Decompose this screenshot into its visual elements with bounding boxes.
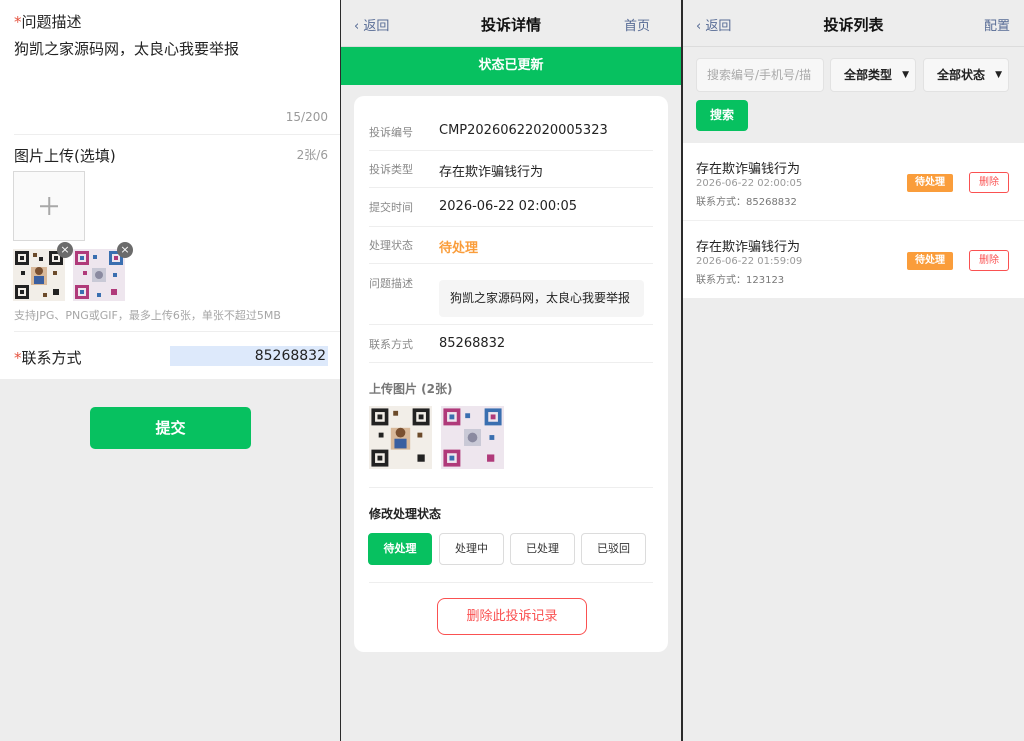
item-title: 存在欺诈骗钱行为 [696, 240, 801, 255]
status-filter-value: 全部状态 [937, 68, 986, 82]
list-item[interactable]: 存在欺诈骗钱行为 2026-06-22 02:00:05 联系方式：852688… [683, 143, 1024, 220]
divider [369, 324, 653, 325]
status-button-rejected[interactable]: 已驳回 [581, 533, 646, 565]
home-link[interactable]: 首页 [624, 15, 650, 34]
search-input[interactable]: 搜索编号/手机号/描 [696, 58, 824, 92]
detail-image-2[interactable] [441, 406, 504, 469]
desc-key: 问题描述 [369, 277, 413, 290]
divider [369, 150, 653, 151]
list-item[interactable]: 存在欺诈骗钱行为 2026-06-22 01:59:09 联系方式：123123… [683, 221, 1024, 298]
upload-count: 2张/6 [296, 148, 328, 162]
id-value: CMP20260622020005323 [439, 123, 608, 138]
contact-key: 联系方式 [369, 338, 413, 351]
complaint-list-panel: ‹ 返回 投诉列表 配置 搜索编号/手机号/描 全部类型 ▼ 全部状态 ▼ 搜索 存… [683, 0, 1024, 741]
status-button-processing[interactable]: 处理中 [439, 533, 504, 565]
filter-bar: 搜索编号/手机号/描 全部类型 ▼ 全部状态 ▼ 搜索 [683, 47, 1024, 142]
divider [369, 582, 653, 583]
desc-label: *问题描述 [14, 11, 82, 32]
uploaded-image-2[interactable] [73, 249, 125, 301]
config-link[interactable]: 配置 [984, 15, 1010, 34]
close-icon[interactable]: × [117, 242, 133, 258]
contact-value: 85268832 [439, 336, 506, 351]
time-key: 提交时间 [369, 201, 413, 214]
divider [369, 362, 653, 363]
list-nav-bar: ‹ 返回 投诉列表 配置 [683, 0, 1024, 47]
item-contact: 联系方式：85268832 [696, 197, 797, 208]
divider [369, 187, 653, 188]
chevron-down-icon: ▼ [995, 70, 1002, 80]
char-counter: 15/200 [285, 110, 328, 124]
contact-input[interactable]: 85268832 [170, 346, 328, 366]
type-filter-select[interactable]: 全部类型 ▼ [830, 58, 916, 92]
item-delete-button[interactable]: 删除 [969, 172, 1009, 193]
upload-tip: 支持JPG、PNG或GIF，最多上传6张，单张不超过5MB [14, 309, 281, 322]
status-key: 处理状态 [369, 239, 413, 252]
status-updated-banner: 状态已更新 [341, 47, 681, 85]
divider [369, 226, 653, 227]
modify-status-title: 修改处理状态 [369, 507, 442, 521]
page-title: 投诉列表 [823, 16, 884, 34]
divider [369, 263, 653, 264]
time-value: 2026-06-22 02:00:05 [439, 199, 578, 214]
desc-textarea[interactable]: 狗凯之家源码网，太良心我要举报 [14, 38, 239, 59]
status-button-processed[interactable]: 已处理 [510, 533, 575, 565]
status-filter-select[interactable]: 全部状态 ▼ [923, 58, 1009, 92]
item-time: 2026-06-22 02:00:05 [696, 178, 803, 189]
id-key: 投诉编号 [369, 126, 413, 139]
detail-card: 投诉编号 CMP20260622020005323 投诉类型 存在欺诈骗钱行为 … [354, 96, 668, 652]
item-delete-button[interactable]: 删除 [969, 250, 1009, 271]
item-title: 存在欺诈骗钱行为 [696, 162, 801, 177]
contact-label: *联系方式 [14, 347, 82, 368]
type-filter-value: 全部类型 [844, 68, 893, 82]
divider [14, 134, 340, 135]
images-title: 上传图片 (2张) [369, 382, 453, 396]
delete-record-button[interactable]: 删除此投诉记录 [437, 598, 587, 635]
desc-value: 狗凯之家源码网，太良心我要举报 [439, 280, 644, 317]
contact-label-text: 联系方式 [21, 349, 82, 367]
chevron-down-icon: ▼ [902, 70, 909, 80]
detail-nav-bar: ‹ 返回 投诉详情 首页 [341, 0, 681, 47]
detail-image-1[interactable] [369, 406, 432, 469]
close-icon[interactable]: × [57, 242, 73, 258]
complaint-detail-panel: ‹ 返回 投诉详情 首页 状态已更新 投诉编号 CMP2026062202000… [341, 0, 681, 741]
complaint-form-panel: *问题描述 狗凯之家源码网，太良心我要举报 15/200 图片上传(选填) 2张… [0, 0, 340, 741]
divider [14, 331, 340, 332]
required-mark: * [14, 13, 22, 31]
type-value: 存在欺诈骗钱行为 [439, 165, 544, 180]
add-image-button[interactable] [13, 171, 85, 241]
desc-label-text: 问题描述 [21, 13, 82, 31]
item-contact: 联系方式：123123 [696, 275, 785, 286]
status-value: 待处理 [439, 241, 479, 256]
upload-label: 图片上传(选填) [14, 147, 116, 165]
uploaded-image-1[interactable] [13, 249, 65, 301]
submit-button[interactable]: 提交 [90, 407, 251, 449]
status-badge: 待处理 [907, 174, 953, 192]
item-time: 2026-06-22 01:59:09 [696, 256, 803, 267]
required-mark: * [14, 349, 22, 367]
complaint-list: 存在欺诈骗钱行为 2026-06-22 02:00:05 联系方式：852688… [683, 143, 1024, 298]
search-button[interactable]: 搜索 [696, 100, 748, 131]
form-card: *问题描述 狗凯之家源码网，太良心我要举报 15/200 图片上传(选填) 2张… [0, 0, 340, 379]
status-badge: 待处理 [907, 252, 953, 270]
divider [369, 487, 653, 488]
status-button-pending[interactable]: 待处理 [368, 533, 432, 565]
type-key: 投诉类型 [369, 163, 413, 176]
